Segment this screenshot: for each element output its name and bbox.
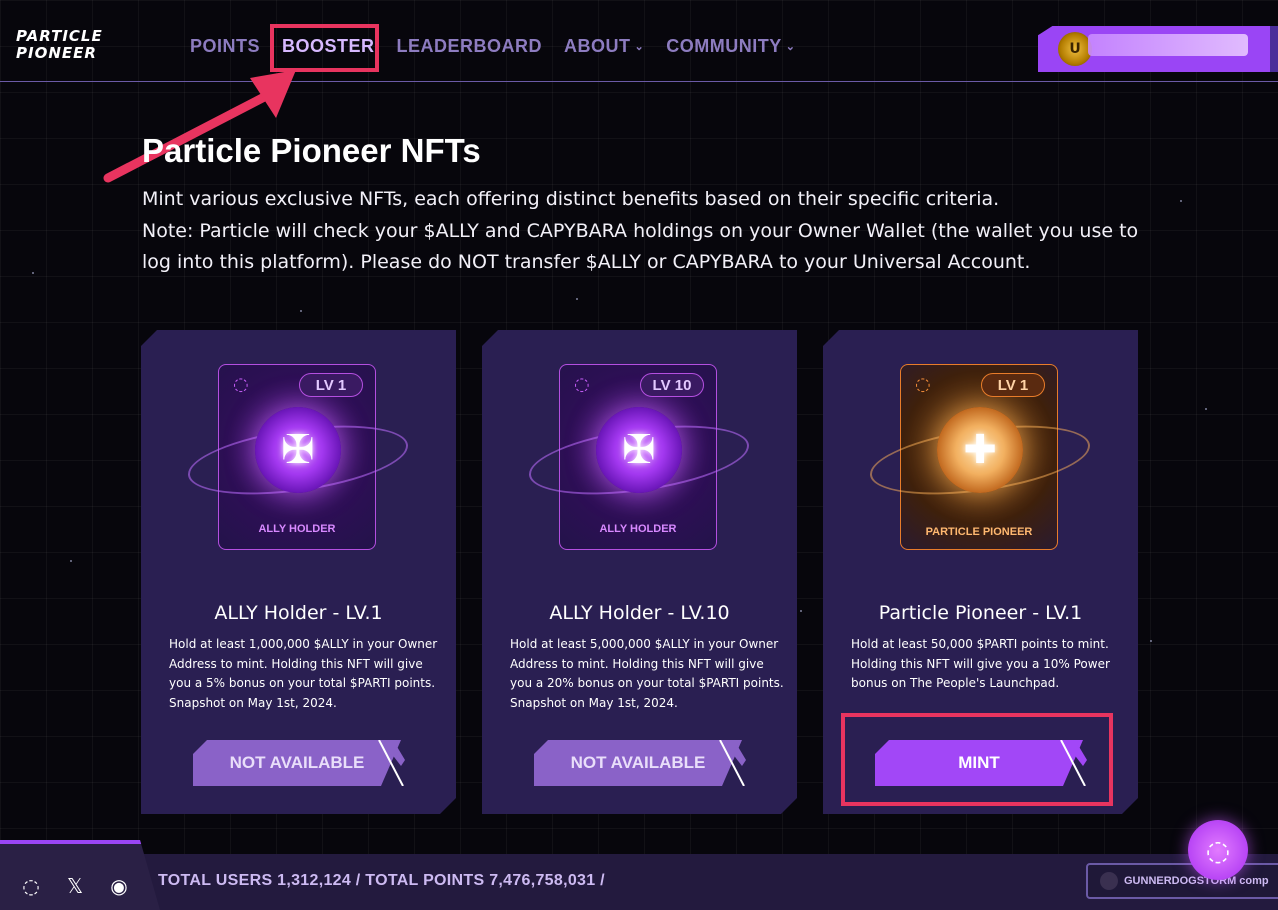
discord-icon[interactable]: ◉ — [108, 874, 130, 898]
particle-icon[interactable]: ◌ — [20, 874, 42, 898]
user-coin-icon: U — [1058, 32, 1092, 66]
user-account-badge[interactable]: U — [1038, 26, 1278, 72]
footer-social: ◌ 𝕏 ◉ — [0, 840, 160, 910]
page-title: Particle Pioneer NFTs — [142, 132, 481, 169]
particle-logo-icon: ✚ — [963, 427, 997, 473]
card-description: Hold at least 50,000 $PARTI points to mi… — [851, 637, 1110, 690]
mint-highlight-box — [841, 713, 1113, 806]
level-pill: LV 10 — [640, 373, 704, 397]
nft-label: ALLY HOLDER — [258, 523, 336, 535]
nft-orb: ✠ — [255, 407, 341, 493]
nft-orb: ✚ — [937, 407, 1023, 493]
nft-image: ✠ ◌ LV 10 ALLY HOLDER — [559, 364, 717, 550]
chevron-down-icon: ⌄ — [785, 41, 796, 53]
page-description: Mint various exclusive NFTs, each offeri… — [142, 188, 1139, 273]
nft-label: PARTICLE PIONEER — [925, 526, 1033, 538]
nft-image: ✚ ◌ LV 1 PARTICLE PIONEER — [900, 364, 1058, 550]
ally-logo-icon: ✠ — [281, 427, 315, 473]
not-available-button[interactable]: NOT AVAILABLE — [193, 740, 401, 786]
nft-card-ally-lv10: ✠ ◌ LV 10 ALLY HOLDER ALLY Holder - LV.1… — [482, 330, 797, 814]
particle-swirl-icon: ◌ — [233, 374, 249, 395]
footer-user-chip[interactable]: GUNNERDOGSTORM comp — [1086, 863, 1278, 899]
card-description: Hold at least 5,000,000 $ALLY in your Ow… — [510, 637, 784, 710]
not-available-button[interactable]: NOT AVAILABLE — [534, 740, 742, 786]
particle-swirl-icon: ◌ — [915, 374, 931, 395]
site-logo[interactable]: PARTICLE PIONEER — [16, 28, 103, 62]
nav-points[interactable]: POINTS — [190, 36, 260, 57]
nav-community[interactable]: COMMUNITY ⌄ — [666, 36, 795, 57]
nav-leaderboard[interactable]: LEADERBOARD — [397, 36, 543, 57]
particle-fab-button[interactable]: ◌ — [1188, 820, 1248, 880]
particle-swirl-icon: ◌ — [1205, 833, 1231, 867]
card-title: ALLY Holder - LV.1 — [214, 602, 383, 624]
nft-card-ally-lv1: ✠ ◌ LV 1 ALLY HOLDER ALLY Holder - LV.1 … — [141, 330, 456, 814]
button-tail-decoration — [377, 740, 405, 786]
annotation-arrow-icon — [103, 70, 296, 183]
avatar — [1100, 872, 1118, 890]
nft-label: ALLY HOLDER — [599, 523, 677, 535]
level-pill: LV 1 — [981, 373, 1045, 397]
badge-edge — [1270, 26, 1278, 72]
x-twitter-icon[interactable]: 𝕏 — [64, 874, 86, 898]
footer-bar: ◌ 𝕏 ◉ TOTAL USERS 1,312,124 / TOTAL POIN… — [0, 840, 1278, 910]
level-pill: LV 1 — [299, 373, 363, 397]
nft-orb: ✠ — [596, 407, 682, 493]
nav-about[interactable]: ABOUT ⌄ — [564, 36, 644, 57]
redacted-username — [1088, 34, 1248, 56]
card-title: Particle Pioneer - LV.1 — [878, 602, 1083, 624]
card-description: Hold at least 1,000,000 $ALLY in your Ow… — [169, 637, 438, 710]
footer-stats: TOTAL USERS 1,312,124 / TOTAL POINTS 7,4… — [158, 872, 605, 889]
card-title: ALLY Holder - LV.10 — [549, 602, 730, 624]
chevron-down-icon: ⌄ — [634, 41, 645, 53]
button-tail-decoration — [718, 740, 746, 786]
nft-image: ✠ ◌ LV 1 ALLY HOLDER — [218, 364, 376, 550]
ally-logo-icon: ✠ — [622, 427, 656, 473]
particle-swirl-icon: ◌ — [574, 374, 590, 395]
